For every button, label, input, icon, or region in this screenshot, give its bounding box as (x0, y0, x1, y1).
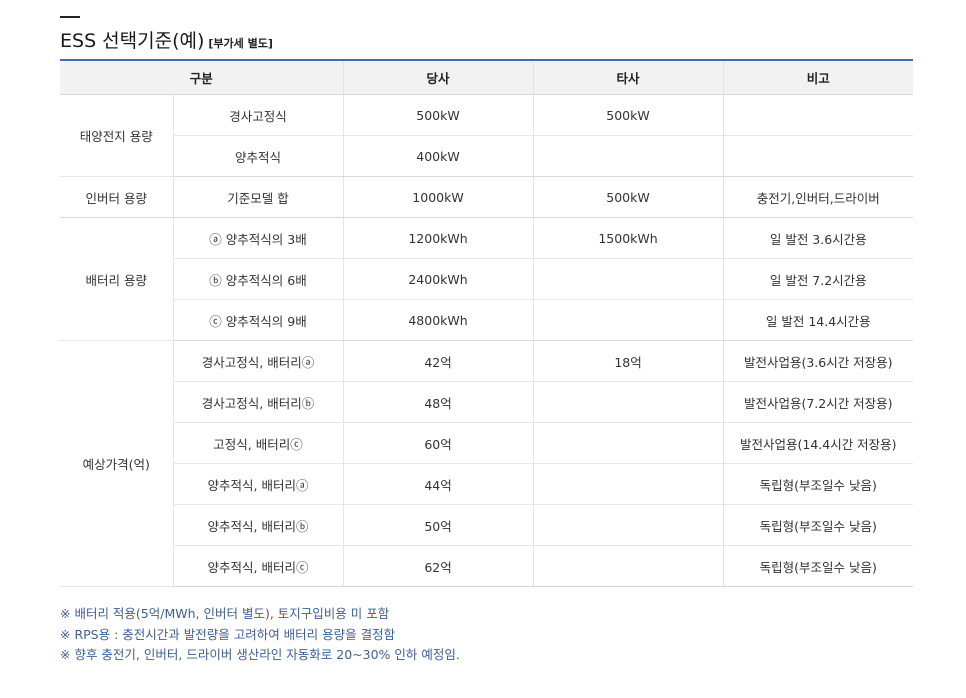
cell-other (532, 381, 724, 423)
cell-note: 독립형(부조일수 낮음) (722, 463, 914, 505)
cell-other: 500kW (532, 176, 724, 218)
table-row: ⓒ 양추적식의 9배 4800kWh 일 발전 14.4시간용 (60, 299, 914, 341)
cell-other (532, 504, 724, 546)
table-header-row: 구분 당사 타사 비고 (60, 59, 914, 95)
cell-note (722, 135, 914, 177)
cell-item: 경사고정식 (172, 94, 344, 136)
header-ours: 당사 (342, 59, 534, 95)
table-row: 양추적식, 배터리ⓐ 44억 독립형(부조일수 낮음) (60, 463, 914, 505)
title-text: ESS 선택기준(예) (60, 30, 205, 52)
footnote-item: ※ 향후 충전기, 인버터, 드라이버 생산라인 자동화로 20~30% 인하 … (60, 647, 460, 662)
footnotes: ※ 배터리 적용(5억/MWh, 인버터 별도), 토지구입비용 미 포함 ※ … (60, 604, 460, 666)
cell-note: 발전사업용(3.6시간 저장용) (722, 340, 914, 382)
cell-note: 일 발전 3.6시간용 (722, 217, 914, 259)
cell-note: 일 발전 7.2시간용 (722, 258, 914, 300)
cell-other (532, 258, 724, 300)
header-note: 비고 (722, 59, 914, 95)
cell-other (532, 135, 724, 177)
cell-note: 일 발전 14.4시간용 (722, 299, 914, 341)
cell-other (532, 545, 724, 587)
table-row: 양추적식 400kW (60, 135, 914, 177)
cell-ours: 48억 (342, 381, 534, 423)
table-row: 양추적식, 배터리ⓒ 62억 독립형(부조일수 낮음) (60, 545, 914, 587)
group-price: 예상가격(억) (60, 340, 173, 587)
cell-ours: 400kW (342, 135, 534, 177)
footnote-item: ※ 배터리 적용(5억/MWh, 인버터 별도), 토지구입비용 미 포함 (60, 606, 390, 621)
group-battery: 배터리 용량 (60, 217, 173, 341)
table-row: 예상가격(억) 경사고정식, 배터리ⓐ 42억 18억 발전사업용(3.6시간 … (60, 340, 914, 587)
cell-item: 고정식, 배터리ⓒ (172, 422, 344, 464)
cell-ours: 60억 (342, 422, 534, 464)
title-subtitle: [부가세 별도] (208, 37, 273, 50)
cell-ours: 62억 (342, 545, 534, 587)
cell-note: 독립형(부조일수 낮음) (722, 545, 914, 587)
ess-criteria-table: 구분 당사 타사 비고 태양전지 용량 경사고정식 500kW 500kW 양추… (60, 59, 914, 587)
cell-other (532, 463, 724, 505)
cell-other: 500kW (532, 94, 724, 136)
footnote-item: ※ RPS용 : 충전시간과 발전량을 고려하여 배터리 용량을 결정함 (60, 626, 396, 642)
page-title: ESS 선택기준(예) [부가세 별도] (60, 26, 273, 53)
cell-ours: 50억 (342, 504, 534, 546)
cell-note: 독립형(부조일수 낮음) (722, 504, 914, 546)
group-solar: 태양전지 용량 (60, 94, 173, 177)
cell-item: ⓒ 양추적식의 9배 (172, 299, 344, 341)
cell-other (532, 422, 724, 464)
cell-note: 발전사업용(7.2시간 저장용) (722, 381, 914, 423)
table-row: ⓑ 양추적식의 6배 2400kWh 일 발전 7.2시간용 (60, 258, 914, 300)
table-row: 경사고정식, 배터리ⓑ 48억 발전사업용(7.2시간 저장용) (60, 381, 914, 423)
cell-item: 양추적식, 배터리ⓒ (172, 545, 344, 587)
cell-item: ⓐ 양추적식의 3배 (172, 217, 344, 259)
table-row: 양추적식, 배터리ⓑ 50억 독립형(부조일수 낮음) (60, 504, 914, 546)
cell-other: 1500kWh (532, 217, 724, 259)
cell-note (722, 94, 914, 136)
cell-item: 경사고정식, 배터리ⓑ (172, 381, 344, 423)
table-row: 고정식, 배터리ⓒ 60억 발전사업용(14.4시간 저장용) (60, 422, 914, 464)
cell-item: 경사고정식, 배터리ⓐ (172, 340, 344, 382)
title-accent-bar (60, 16, 80, 18)
table-row: 인버터 용량 기준모델 합 1000kW 500kW 충전기,인버터,드라이버 (60, 176, 914, 218)
cell-item: 양추적식, 배터리ⓐ (172, 463, 344, 505)
cell-other (532, 299, 724, 341)
cell-ours: 42억 (342, 340, 534, 382)
header-category: 구분 (60, 59, 344, 95)
cell-ours: 1200kWh (342, 217, 534, 259)
header-other: 타사 (532, 59, 724, 95)
table-row: 배터리 용량 ⓐ 양추적식의 3배 1200kWh 1500kWh 일 발전 3… (60, 217, 914, 341)
cell-item: 양추적식, 배터리ⓑ (172, 504, 344, 546)
cell-note: 충전기,인버터,드라이버 (722, 176, 914, 218)
cell-item: 기준모델 합 (172, 176, 344, 218)
group-inverter: 인버터 용량 (60, 176, 173, 218)
cell-ours: 500kW (342, 94, 534, 136)
cell-ours: 4800kWh (342, 299, 534, 341)
cell-other: 18억 (532, 340, 724, 382)
cell-ours: 1000kW (342, 176, 534, 218)
cell-ours: 2400kWh (342, 258, 534, 300)
table-row: 태양전지 용량 경사고정식 500kW 500kW (60, 94, 914, 177)
cell-note: 발전사업용(14.4시간 저장용) (722, 422, 914, 464)
cell-ours: 44억 (342, 463, 534, 505)
cell-item: 양추적식 (172, 135, 344, 177)
cell-item: ⓑ 양추적식의 6배 (172, 258, 344, 300)
